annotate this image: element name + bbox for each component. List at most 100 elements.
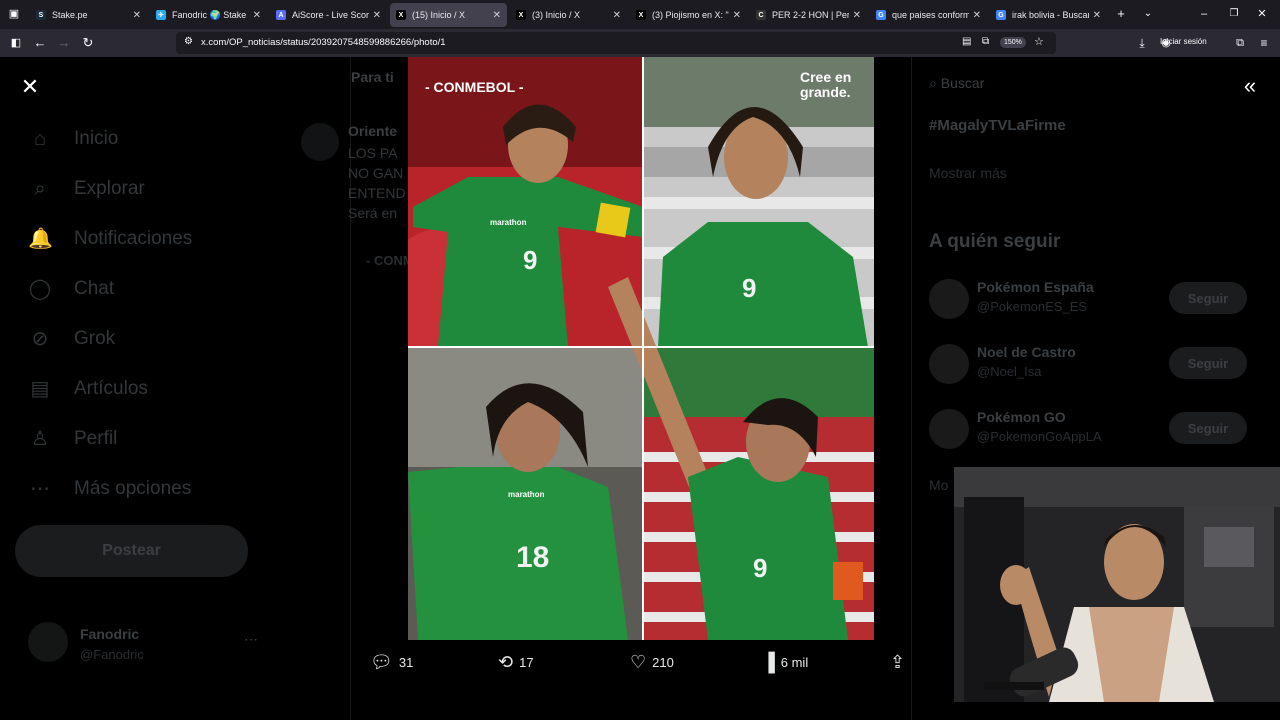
tab-close-icon[interactable]: ✕ [253,10,261,21]
post-author[interactable]: Oriente [348,123,397,139]
sidebar-item-label: Notificaciones [74,228,193,249]
avatar[interactable] [929,344,969,384]
reader-icon[interactable]: ▤ [962,36,971,47]
extensions-icon[interactable]: ⧉ [1232,35,1248,51]
person-icon: ♙ [31,428,49,450]
browser-tab[interactable]: A AiScore - Live Score, Fo ✕ [270,3,387,27]
photo-collage: 9 marathon 9 18 marathon 9 - CONMEBOL - … [408,57,874,640]
restore-icon[interactable]: ❐ [1226,6,1242,22]
post-text-line: NO GAN [348,165,404,181]
sidebar-item-explorar[interactable]: ⌕ Explorar [28,177,144,201]
site-info-icon[interactable]: ⚙ [184,36,193,47]
reload-icon[interactable]: ↻ [80,35,96,51]
sidebar-item-inicio[interactable]: ⌂ Inicio [28,127,118,151]
sidebar-item-perfil[interactable]: ♙ Perfil [28,427,117,451]
share-button[interactable]: ⇪ [890,652,911,673]
tab-close-icon[interactable]: ✕ [613,10,621,21]
tab-list-icon[interactable]: ▣ [6,6,22,22]
tab-close-icon[interactable]: ✕ [493,10,501,21]
browser-tab[interactable]: Gque paises conforman ✕ [870,3,987,27]
post-button[interactable]: Postear [15,525,248,577]
search-icon: ⌕ [34,178,46,200]
avatar[interactable] [929,279,969,319]
trend-item[interactable]: #MagalyTVLaFirme [929,117,1066,134]
sidebar-item-grok[interactable]: ⊘ Grok [28,327,116,351]
address-bar[interactable]: ⚙ x.com/OP_noticias/status/2039207548599… [176,32,1056,54]
browser-tab[interactable]: X (3) Piojismo en X: "Señ ✕ [630,3,747,27]
sidebar-item-más-opciones[interactable]: ⋯ Más opciones [28,477,191,501]
back-icon[interactable]: ← [32,35,48,51]
tab-favicon-icon: A [276,10,286,20]
menu-icon[interactable]: ≡ [1256,35,1272,51]
show-more-follow[interactable]: Mo [929,477,948,493]
conmebol-logo: - CONMEBOL - [425,79,524,95]
follow-button[interactable]: Seguir [1169,347,1247,379]
account-more-icon[interactable]: ⋯ [244,631,258,648]
follow-suggestion[interactable]: Pokémon GO @PokemonGoAppLA Seguir [929,407,1249,451]
close-icon[interactable]: ✕ [18,75,42,99]
tab-title: (15) Inicio / X [412,10,466,20]
tab-overflow-icon[interactable]: ⌄ [1140,6,1156,22]
tab-favicon-icon: X [396,10,406,20]
avatar[interactable] [301,123,339,161]
sidebar-item-notificaciones[interactable]: 🔔 Notificaciones [28,227,192,251]
minimize-icon[interactable]: – [1196,6,1212,22]
bell-icon: 🔔 [28,228,53,250]
browser-tab[interactable]: ✈ Fanodric 🌍 Stake ✕ [150,3,267,27]
tab-para-ti[interactable]: Para ti [351,69,394,85]
browser-tab[interactable]: X (15) Inicio / X ✕ [390,3,507,27]
account-avatar[interactable] [28,622,68,662]
suggestion-name: Noel de Castro [977,344,1076,360]
sidebar-toggle-icon[interactable]: ◧ [8,35,24,51]
tab-title: AiScore - Live Score, Fo [292,10,369,20]
bookmark-star-icon[interactable]: ☆ [1034,35,1044,48]
zoom-level[interactable]: 150% [1000,37,1026,48]
tab-close-icon[interactable]: ✕ [973,10,981,21]
new-tab-icon[interactable]: + [1113,6,1129,22]
follow-suggestion[interactable]: Noel de Castro @Noel_Isa Seguir [929,342,1249,386]
views-count: 6 mil [780,655,809,670]
sidebar-item-chat[interactable]: ◯ Chat [28,277,114,301]
tab-strip: ▣ S Stake.pe ✕ ✈ Fanodric 🌍 Stake ✕ A AiScore -… [0,0,1280,29]
post-actions: 💬︎ 31 ⟲ 17 ♡ 210 ▐ 6 mil ⇪ [350,646,930,682]
tab-close-icon[interactable]: ✕ [133,10,141,21]
sidebar-item-label: Artículos [74,378,148,399]
follow-button[interactable]: Seguir [1169,282,1247,314]
pip-icon[interactable]: ⧉ [982,36,989,47]
tab-favicon-icon: S [36,10,46,20]
show-more-link[interactable]: Mostrar más [929,165,1007,181]
tab-title: Stake.pe [52,10,88,20]
tab-close-icon[interactable]: ✕ [733,10,741,21]
search-input[interactable]: ⌕ Buscar [929,75,984,92]
post-photo[interactable]: 9 marathon 9 18 marathon 9 - CONMEBOL - … [408,57,874,640]
browser-tab[interactable]: C PER 2-2 HON | Perú vs ✕ [750,3,867,27]
download-icon[interactable]: ⤓ [1134,35,1150,51]
like-button[interactable]: ♡ 210 [630,652,674,673]
collapse-panel-icon[interactable]: « [1238,75,1262,99]
tab-close-icon[interactable]: ✕ [1093,10,1101,21]
tab-favicon-icon: G [996,10,1006,20]
webcam-overlay [954,467,1280,702]
tab-close-icon[interactable]: ✕ [853,10,861,21]
url-text[interactable]: x.com/OP_noticias/status/203920754859988… [201,37,446,48]
heart-icon: ♡ [630,652,647,672]
tab-close-icon[interactable]: ✕ [373,10,381,21]
repost-button[interactable]: ⟲ 17 [498,652,534,673]
reply-button[interactable]: 💬︎ 31 [370,652,413,673]
signin-button[interactable]: Iniciar sesión [1160,37,1207,46]
views-button[interactable]: ▐ 6 mil [762,652,808,673]
browser-tab[interactable]: X (3) Inicio / X ✕ [510,3,627,27]
like-count: 210 [652,655,674,670]
follow-suggestion[interactable]: Pokémon España @PokemonES_ES Seguir [929,277,1249,321]
tab-favicon-icon: G [876,10,886,20]
sidebar-item-label: Más opciones [74,478,192,499]
follow-button[interactable]: Seguir [1169,412,1247,444]
search-placeholder: Buscar [940,75,985,91]
forward-icon[interactable]: → [56,35,72,51]
tab-title: irak bolivia - Buscar con [1012,10,1089,20]
sidebar-item-artículos[interactable]: ▤ Artículos [28,377,148,401]
window-close-icon[interactable]: ✕ [1254,6,1270,22]
browser-tab[interactable]: Girak bolivia - Buscar con ✕ [990,3,1107,27]
browser-tab[interactable]: S Stake.pe ✕ [30,3,147,27]
avatar[interactable] [929,409,969,449]
